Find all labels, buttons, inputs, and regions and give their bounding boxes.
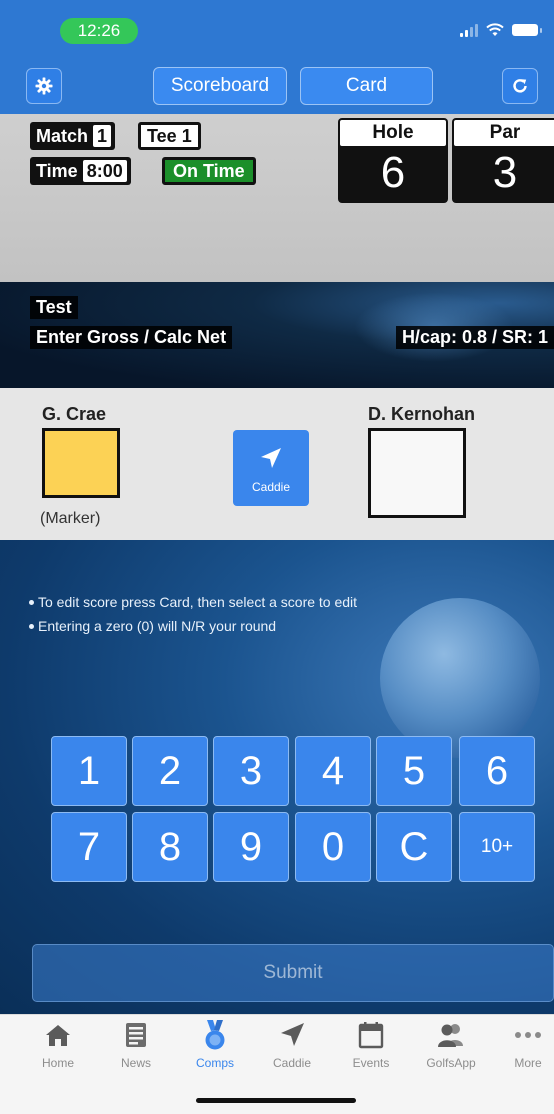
on-time-badge: On Time bbox=[162, 157, 256, 185]
time-label: Time bbox=[36, 160, 78, 181]
tab-events-label: Events bbox=[352, 1056, 390, 1070]
par-box: Par 3 bbox=[452, 118, 554, 203]
match-value: 1 bbox=[93, 125, 112, 147]
status-time: 12:26 bbox=[60, 18, 138, 44]
key-0[interactable]: 0 bbox=[295, 812, 371, 882]
player-1-name: G. Crae bbox=[42, 404, 107, 424]
tab-news-label: News bbox=[120, 1056, 151, 1070]
caddie-arrow-icon bbox=[261, 448, 281, 468]
key-6[interactable]: 6 bbox=[459, 736, 535, 806]
tab-home-label: Home bbox=[41, 1056, 74, 1070]
caddie-button-label: Caddie bbox=[251, 480, 291, 494]
tee-label: Tee bbox=[147, 125, 177, 146]
people-icon bbox=[438, 1024, 463, 1047]
match-badge: Match 1 bbox=[30, 122, 116, 150]
tab-more-label: More bbox=[514, 1056, 542, 1070]
player-1-marker-note: (Marker) bbox=[40, 510, 101, 527]
more-icon bbox=[515, 1032, 541, 1038]
refresh-icon bbox=[513, 79, 527, 93]
signal-icon bbox=[460, 23, 478, 37]
tab-comps[interactable]: Comps bbox=[180, 1018, 250, 1070]
tab-golfsapp[interactable]: GolfsApp bbox=[416, 1018, 486, 1070]
par-label: Par bbox=[454, 120, 554, 146]
key-4[interactable]: 4 bbox=[295, 736, 371, 806]
wifi-icon bbox=[486, 23, 504, 36]
key-2[interactable]: 2 bbox=[132, 736, 208, 806]
news-icon bbox=[126, 1023, 146, 1047]
key-clear[interactable]: C bbox=[376, 812, 452, 882]
key-10-plus[interactable]: 10+ bbox=[459, 812, 535, 882]
status-icons bbox=[460, 20, 542, 40]
key-3[interactable]: 3 bbox=[213, 736, 289, 806]
time-badge: Time 8:00 bbox=[30, 157, 131, 185]
match-label: Match bbox=[36, 125, 89, 146]
card-button[interactable]: Card bbox=[300, 67, 433, 105]
tip-edit-score: To edit score press Card, then select a … bbox=[28, 594, 358, 610]
time-value: 8:00 bbox=[82, 160, 127, 182]
golf-ball-image bbox=[380, 598, 540, 758]
handicap-info: H/cap: 0.8 / SR: 1 bbox=[395, 326, 554, 349]
par-value: 3 bbox=[492, 148, 518, 197]
tee-value: 1 bbox=[181, 125, 192, 146]
calendar-icon bbox=[358, 1022, 384, 1049]
submit-button[interactable]: Submit bbox=[32, 944, 554, 1002]
hole-box: Hole 6 bbox=[338, 118, 448, 203]
tab-news[interactable]: News bbox=[101, 1018, 171, 1070]
tab-comps-label: Comps bbox=[195, 1056, 234, 1070]
key-1[interactable]: 1 bbox=[51, 736, 127, 806]
tee-badge: Tee 1 bbox=[138, 122, 201, 150]
tab-golfsapp-label: GolfsApp bbox=[426, 1056, 476, 1070]
competition-mode: Enter Gross / Calc Net bbox=[30, 326, 233, 349]
scoreboard-button[interactable]: Scoreboard bbox=[153, 67, 287, 105]
player-1-score-box[interactable] bbox=[42, 428, 120, 498]
key-9[interactable]: 9 bbox=[213, 812, 289, 882]
hole-label: Hole bbox=[340, 120, 446, 146]
competition-name: Test bbox=[30, 296, 78, 319]
tip-zero-nr: Entering a zero (0) will N/R your round bbox=[28, 618, 277, 634]
refresh-button[interactable] bbox=[502, 68, 538, 104]
settings-button[interactable] bbox=[26, 68, 62, 104]
tab-caddie[interactable]: Caddie bbox=[257, 1018, 327, 1070]
battery-icon bbox=[512, 24, 542, 36]
key-7[interactable]: 7 bbox=[51, 812, 127, 882]
player-2-score-box[interactable] bbox=[368, 428, 466, 518]
home-indicator bbox=[196, 1098, 356, 1103]
caddie-button[interactable]: Caddie bbox=[233, 430, 309, 506]
caddie-arrow-icon bbox=[281, 1023, 304, 1046]
home-icon bbox=[46, 1025, 70, 1046]
key-8[interactable]: 8 bbox=[132, 812, 208, 882]
tab-home[interactable]: Home bbox=[23, 1018, 93, 1070]
tab-more[interactable]: More bbox=[493, 1018, 554, 1070]
tab-caddie-label: Caddie bbox=[272, 1056, 312, 1070]
gear-icon bbox=[35, 77, 53, 95]
key-5[interactable]: 5 bbox=[376, 736, 452, 806]
medal-icon bbox=[205, 1020, 225, 1050]
player-2-name: D. Kernohan bbox=[368, 404, 476, 424]
hole-value: 6 bbox=[380, 148, 406, 197]
tab-events[interactable]: Events bbox=[336, 1018, 406, 1070]
